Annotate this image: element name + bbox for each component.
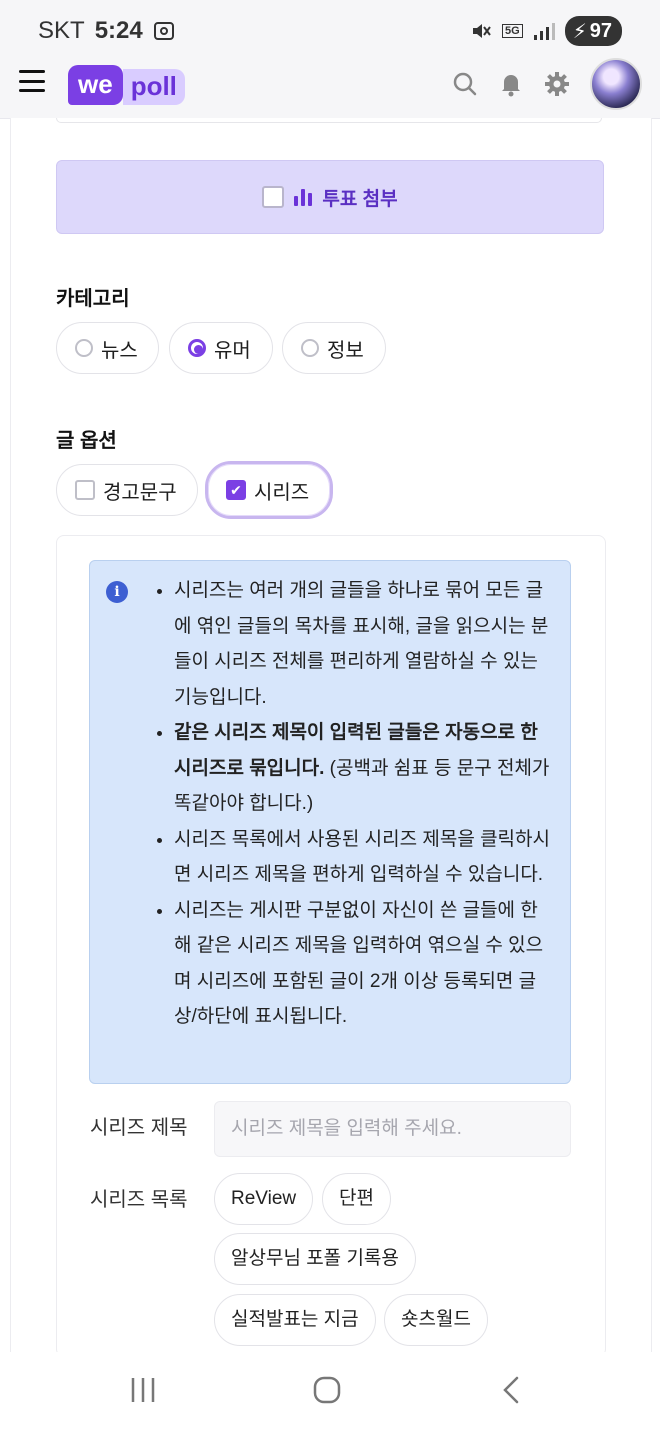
menu-icon[interactable] — [19, 70, 45, 92]
status-left: SKT 5:24 — [38, 17, 175, 45]
series-title-label: 시리즈 제목 — [90, 1117, 188, 1139]
battery-indicator: ⚡ 97 — [564, 16, 622, 46]
info-icon: i — [106, 581, 128, 603]
bell-icon[interactable] — [498, 71, 524, 97]
info-bullet: 같은 시리즈 제목이 입력된 글들은 자동으로 한 시리즈로 묶입니다. (공백… — [174, 715, 554, 822]
option-label: 경고문구 — [103, 481, 177, 504]
app-bar-actions — [452, 58, 642, 110]
series-tag[interactable]: 실적발표는 지금 — [214, 1294, 376, 1346]
info-text: 시리즈는 여러 개의 글들을 하나로 묶어 모든 글에 엮인 글들의 목차를 표… — [174, 580, 549, 708]
info-text: 시리즈는 게시판 구분없이 자신이 쓴 글들에 한해 같은 시리즈 제목을 입력… — [174, 899, 544, 1028]
series-tag[interactable]: 숏츠월드 — [384, 1294, 488, 1346]
series-info-list: 시리즈는 여러 개의 글들을 하나로 묶어 모든 글에 엮인 글들의 목차를 표… — [150, 573, 554, 1035]
checkbox-icon — [75, 480, 95, 500]
status-right: 5G ⚡ 97 — [470, 16, 622, 46]
network-label: 5G — [502, 24, 523, 38]
info-bullet: 시리즈 목록에서 사용된 시리즈 제목을 클릭하시면 시리즈 제목을 편하게 입… — [174, 822, 554, 893]
previous-field-edge — [56, 118, 602, 123]
recent-apps-icon[interactable] — [130, 1376, 156, 1404]
poll-attach-checkbox[interactable] — [262, 186, 285, 208]
category-option-humor[interactable]: 유머 — [169, 322, 273, 374]
wepoll-logo[interactable]: we poll — [68, 61, 185, 105]
series-info-box: i 시리즈는 여러 개의 글들을 하나로 묶어 모든 글에 엮인 글들의 목차를… — [89, 560, 571, 1084]
screenshot-icon — [153, 22, 174, 40]
clock: 5:24 — [94, 17, 143, 44]
option-series[interactable]: ✔ 시리즈 — [205, 461, 333, 519]
option-warning-text[interactable]: 경고문구 — [56, 464, 198, 516]
avatar[interactable] — [590, 58, 642, 110]
option-label: 시리즈 — [254, 481, 310, 504]
info-bullet: 시리즈는 게시판 구분없이 자신이 쓴 글들에 한해 같은 시리즈 제목을 입력… — [174, 893, 554, 1035]
app-bar: we poll — [0, 52, 660, 119]
system-nav-bar — [0, 1352, 660, 1430]
gear-icon[interactable] — [544, 71, 570, 97]
info-text: 시리즈 목록에서 사용된 시리즈 제목을 클릭하시면 시리즈 제목을 편하게 입… — [174, 828, 550, 886]
bar-chart-icon — [294, 189, 313, 206]
radio-icon — [301, 339, 319, 357]
category-option-news[interactable]: 뉴스 — [56, 322, 159, 374]
logo-we: we — [68, 65, 123, 105]
home-icon[interactable] — [313, 1376, 341, 1404]
category-option-info[interactable]: 정보 — [282, 322, 386, 374]
checkbox-checked-icon: ✔ — [226, 480, 246, 500]
carrier-label: SKT — [38, 17, 85, 44]
battery-level: 97 — [589, 19, 612, 42]
series-title-input[interactable]: 시리즈 제목을 입력해 주세요. — [214, 1101, 571, 1157]
category-option-label: 유머 — [214, 339, 251, 362]
category-title: 카테고리 — [56, 288, 130, 310]
category-option-label: 뉴스 — [101, 339, 138, 362]
back-icon[interactable] — [501, 1376, 521, 1404]
mute-icon — [473, 24, 491, 38]
series-tag[interactable]: ReView — [214, 1173, 314, 1225]
info-bullet: 시리즈는 여러 개의 글들을 하나로 묶어 모든 글에 엮인 글들의 목차를 표… — [174, 573, 554, 715]
charging-icon: ⚡ — [572, 20, 587, 43]
logo-poll: poll — [122, 69, 185, 105]
series-tag[interactable]: 알상무님 포폴 기록용 — [214, 1233, 416, 1285]
poll-attach-label: 투표 첨부 — [322, 188, 398, 210]
radio-icon — [75, 339, 93, 357]
series-tag[interactable]: 단편 — [322, 1173, 391, 1225]
search-icon[interactable] — [452, 71, 478, 97]
signal-icon — [533, 23, 555, 40]
post-options-title: 글 옵션 — [56, 430, 117, 452]
radio-selected-icon — [188, 339, 206, 357]
series-list-label: 시리즈 목록 — [90, 1189, 188, 1211]
poll-attach-button[interactable]: 투표 첨부 — [56, 160, 604, 234]
category-option-label: 정보 — [327, 339, 364, 362]
